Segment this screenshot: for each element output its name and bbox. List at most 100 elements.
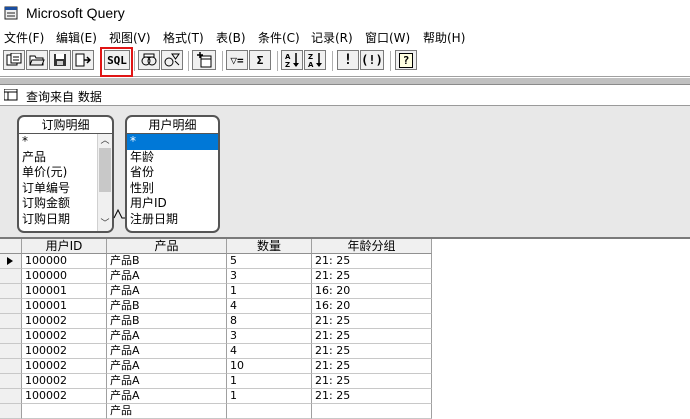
column-header[interactable]: 年龄分组 — [312, 239, 432, 254]
title-bar: Microsoft Query — [0, 0, 690, 27]
row-selector[interactable] — [0, 269, 22, 284]
grid-cell[interactable]: 1 — [227, 284, 312, 299]
results-grid: 用户ID 产品 数量 年龄分组 100000 产品B 5 21: 25 100000 产品A 3 21… — [0, 239, 690, 419]
menu-view[interactable]: 视图(V) — [109, 29, 151, 46]
menu-window[interactable]: 窗口(W) — [365, 29, 410, 46]
query-now-icon[interactable]: ! — [337, 50, 359, 70]
row-selector[interactable] — [0, 389, 22, 404]
row-selector[interactable] — [0, 299, 22, 314]
query-app-icon — [4, 6, 18, 20]
grid-cell[interactable]: 产品A — [107, 284, 227, 299]
menu-records[interactable]: 记录(R) — [311, 29, 353, 46]
grid-cell[interactable]: 1 — [227, 374, 312, 389]
query-window-title: 查询来自 数据 — [26, 90, 102, 104]
sql-button-highlight — [100, 47, 133, 77]
grid-cell[interactable]: 21: 25 — [312, 329, 432, 344]
open-query-icon[interactable] — [26, 50, 48, 70]
grid-cell[interactable]: 21: 25 — [312, 314, 432, 329]
grid-cell[interactable] — [227, 404, 312, 419]
query-window-icon — [4, 89, 18, 101]
grid-cell[interactable] — [22, 404, 107, 419]
row-selector[interactable] — [0, 359, 22, 374]
auto-query-icon[interactable]: (!) — [360, 50, 384, 70]
menu-edit[interactable]: 编辑(E) — [56, 29, 97, 46]
grid-cell[interactable]: 4 — [227, 344, 312, 359]
query-window-titlebar: 查询来自 数据 — [0, 85, 690, 106]
row-selector[interactable] — [0, 314, 22, 329]
grid-cell[interactable]: 21: 25 — [312, 269, 432, 284]
grid-cell[interactable]: 21: 25 — [312, 344, 432, 359]
totals-icon[interactable]: Σ — [249, 50, 271, 70]
table-pane: 订购明细 * 产品 单价(元) 订单编号 订购金额 订购日期 ︿ ﹀ 用户明细 … — [0, 106, 690, 239]
grid-cell[interactable]: 16: 20 — [312, 284, 432, 299]
auto-query-label: (!) — [361, 53, 383, 67]
grid-cell[interactable]: 100002 — [22, 314, 107, 329]
show-criteria-icon[interactable] — [161, 50, 183, 70]
current-row-pointer-icon — [7, 257, 13, 265]
svg-text:A: A — [285, 53, 291, 61]
join-line — [113, 208, 125, 219]
menu-criteria[interactable]: 条件(C) — [258, 29, 300, 46]
criteria-equals-icon[interactable]: ▽= — [226, 50, 248, 70]
grid-cell[interactable]: 21: 25 — [312, 389, 432, 404]
return-data-icon[interactable] — [72, 50, 94, 70]
grid-cell[interactable]: 3 — [227, 329, 312, 344]
grid-cell[interactable]: 21: 25 — [312, 359, 432, 374]
grid-cell[interactable]: 产品A — [107, 329, 227, 344]
grid-cell[interactable]: 产品A — [107, 269, 227, 284]
grid-cell[interactable]: 产品A — [107, 344, 227, 359]
row-selector[interactable] — [0, 284, 22, 299]
row-selector[interactable] — [0, 254, 22, 269]
grid-cell[interactable] — [312, 404, 432, 419]
grid-cell[interactable]: 产品A — [107, 359, 227, 374]
grid-cell[interactable]: 100001 — [22, 284, 107, 299]
grid-cell[interactable]: 1 — [227, 389, 312, 404]
grid-cell[interactable]: 100002 — [22, 374, 107, 389]
row-selector[interactable] — [0, 329, 22, 344]
row-selector[interactable] — [0, 374, 22, 389]
grid-cell[interactable]: 产品A — [107, 389, 227, 404]
grid-cell[interactable]: 产品A — [107, 374, 227, 389]
grid-cell[interactable]: 产品B — [107, 314, 227, 329]
menu-help[interactable]: 帮助(H) — [423, 29, 465, 46]
save-query-icon[interactable] — [49, 50, 71, 70]
svg-text:Z: Z — [285, 61, 290, 68]
grid-cell[interactable]: 8 — [227, 314, 312, 329]
svg-text:Z: Z — [308, 53, 313, 61]
grid-cell[interactable]: 100000 — [22, 269, 107, 284]
grid-cell[interactable]: 100002 — [22, 359, 107, 374]
grid-cell[interactable]: 5 — [227, 254, 312, 269]
grid-cell[interactable]: 产品B — [107, 299, 227, 314]
grid-cell[interactable]: 4 — [227, 299, 312, 314]
new-query-icon[interactable] — [3, 50, 25, 70]
grid-cell[interactable]: 10 — [227, 359, 312, 374]
add-tables-icon[interactable] — [192, 50, 216, 70]
row-selector[interactable] — [0, 344, 22, 359]
grid-corner[interactable] — [0, 239, 22, 254]
query-now-label: ! — [343, 52, 353, 68]
column-header[interactable]: 产品 — [107, 239, 227, 254]
grid-cell[interactable]: 16: 20 — [312, 299, 432, 314]
menu-table[interactable]: 表(B) — [216, 29, 246, 46]
grid-cell[interactable]: 100000 — [22, 254, 107, 269]
menu-format[interactable]: 格式(T) — [163, 29, 204, 46]
criteria-equals-label: ▽= — [230, 53, 244, 67]
column-header[interactable]: 数量 — [227, 239, 312, 254]
help-icon[interactable]: ? — [395, 50, 417, 70]
grid-cell[interactable]: 100002 — [22, 344, 107, 359]
grid-cell[interactable]: 100001 — [22, 299, 107, 314]
grid-cell[interactable]: 产品B — [107, 254, 227, 269]
row-selector[interactable] — [0, 404, 22, 419]
grid-cell[interactable]: 21: 25 — [312, 374, 432, 389]
menu-file[interactable]: 文件(F) — [4, 29, 44, 46]
grid-cell[interactable]: 产品 — [107, 404, 227, 419]
column-header[interactable]: 用户ID — [22, 239, 107, 254]
grid-cell[interactable]: 100002 — [22, 389, 107, 404]
grid-cell[interactable]: 100002 — [22, 329, 107, 344]
sort-descending-icon[interactable]: ZA — [304, 50, 326, 70]
grid-cell[interactable]: 3 — [227, 269, 312, 284]
sort-ascending-icon[interactable]: AZ — [281, 50, 303, 70]
show-tables-icon[interactable] — [138, 50, 160, 70]
svg-text:A: A — [308, 61, 314, 68]
grid-cell[interactable]: 21: 25 — [312, 254, 432, 269]
